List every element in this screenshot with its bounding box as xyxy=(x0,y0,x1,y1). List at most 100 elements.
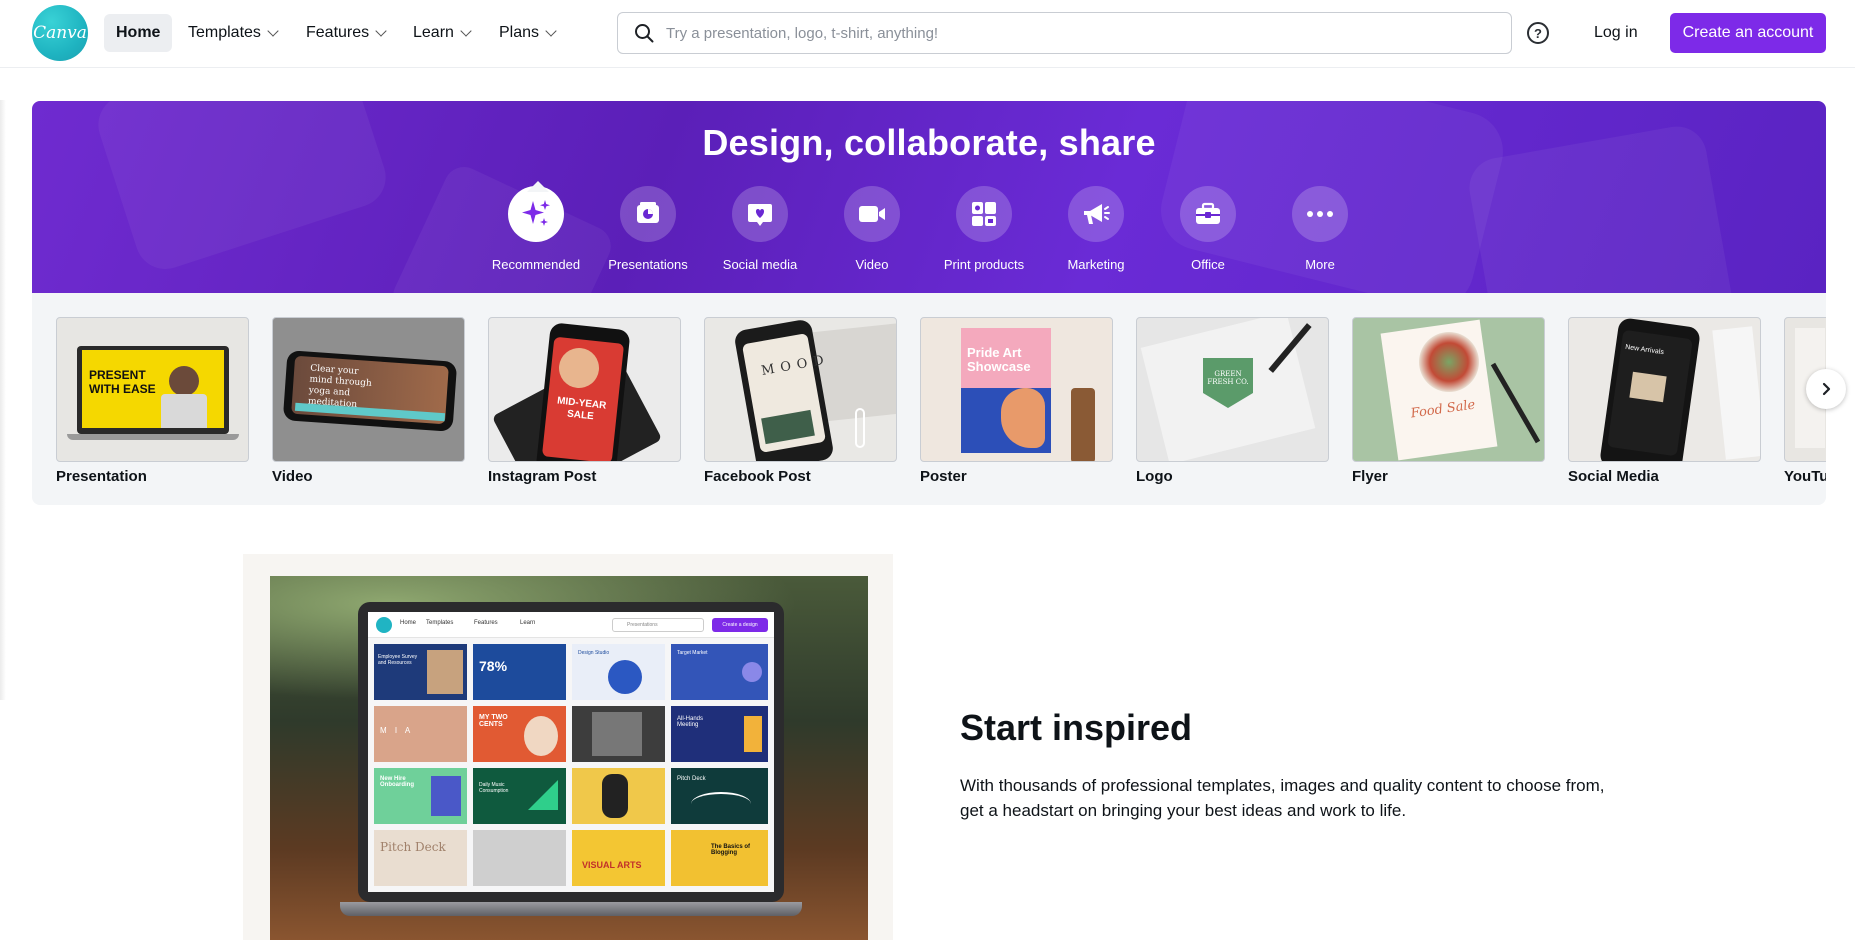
category-icon-wrap xyxy=(620,186,676,242)
help-icon[interactable]: ? xyxy=(1527,22,1549,44)
vase-shape xyxy=(1071,388,1095,461)
mini-tile-text: VISUAL ARTS xyxy=(582,860,642,870)
category-print-products[interactable]: Print products xyxy=(928,186,1040,272)
mini-create-button: Create a design xyxy=(712,618,768,632)
nav-learn[interactable]: Learn xyxy=(401,14,482,52)
template-thumbnail: MID-YEAR SALE xyxy=(488,317,681,462)
more-icon xyxy=(1307,211,1333,217)
template-label: Social Media xyxy=(1568,468,1659,485)
mini-tile-photo xyxy=(427,650,463,694)
mini-logo xyxy=(376,617,392,633)
earphones-shape xyxy=(855,408,865,448)
template-card-instagram-post[interactable]: MID-YEAR SALE Instagram Post xyxy=(488,317,681,485)
nav-features[interactable]: Features xyxy=(294,14,397,52)
hero-banner: Design, collaborate, share Recommended P… xyxy=(32,101,1826,293)
template-card-flyer[interactable]: Food Sale Flyer xyxy=(1352,317,1545,485)
category-more[interactable]: More xyxy=(1264,186,1376,272)
template-card-facebook-post[interactable]: MOOD Facebook Post xyxy=(704,317,897,485)
search-input[interactable] xyxy=(666,24,1466,42)
template-label: Logo xyxy=(1136,468,1173,485)
logo-text: Canva xyxy=(33,23,87,43)
category-icon-wrap xyxy=(1068,186,1124,242)
product-shape xyxy=(1629,371,1667,403)
login-button[interactable]: Log in xyxy=(1580,14,1652,52)
top-navigation: Canva Home Templates Features Learn Plan… xyxy=(0,0,1855,68)
nav-home-label: Home xyxy=(116,24,161,41)
mini-tile-text: Employee Survey and Resources xyxy=(378,654,418,666)
presentation-icon xyxy=(637,202,659,223)
mini-tile: MY TWO CENTS xyxy=(473,706,566,762)
food-plate xyxy=(1419,332,1479,392)
nav-templates[interactable]: Templates xyxy=(176,14,289,52)
mini-search: Presentations xyxy=(612,618,704,632)
category-video[interactable]: Video xyxy=(816,186,928,272)
mini-tile: Pitch Deck xyxy=(671,768,768,824)
category-icon-wrap xyxy=(732,186,788,242)
mini-tile-text: Target Market xyxy=(677,650,708,656)
mini-tile-photo xyxy=(592,712,642,756)
template-card-poster[interactable]: Pride Art Showcase Poster xyxy=(920,317,1113,485)
mini-tile: Employee Survey and Resources xyxy=(374,644,467,700)
category-presentations[interactable]: Presentations xyxy=(592,186,704,272)
template-card-logo[interactable]: GREEN FRESH CO. Logo xyxy=(1136,317,1329,485)
search-bar[interactable] xyxy=(617,12,1512,54)
category-office[interactable]: Office xyxy=(1152,186,1264,272)
canva-logo[interactable]: Canva xyxy=(32,5,88,61)
category-icon-wrap xyxy=(508,186,564,242)
template-card-social-media[interactable]: New Arrivals Social Media xyxy=(1568,317,1761,485)
nav-home[interactable]: Home xyxy=(104,14,173,52)
mini-tile-shape xyxy=(608,660,642,694)
chevron-right-icon xyxy=(1822,382,1831,396)
laptop-screen: Home Templates Features Learn Presentati… xyxy=(368,612,774,892)
category-label: Social media xyxy=(722,257,798,272)
mini-tile-text: MY TWO CENTS xyxy=(479,714,508,728)
category-marketing[interactable]: Marketing xyxy=(1040,186,1152,272)
thumb-text: PRESENT WITH EASE xyxy=(89,368,156,396)
mini-tile-text: Pitch Deck xyxy=(380,840,446,854)
category-label: Recommended xyxy=(491,257,581,272)
mini-tile-shape xyxy=(431,776,461,816)
mini-tile-figure xyxy=(602,774,628,818)
create-account-button[interactable]: Create an account xyxy=(1670,13,1826,53)
template-label: Facebook Post xyxy=(704,468,811,485)
template-label: YouTu xyxy=(1784,468,1826,485)
mini-tile-text: New Hire Onboarding xyxy=(380,776,414,788)
mini-tile: Target Market xyxy=(671,644,768,700)
template-card-presentation[interactable]: PRESENT WITH EASE Presentation xyxy=(56,317,249,485)
template-thumbnail: Clear your mind through yoga and meditat… xyxy=(272,317,465,462)
mini-tile: Daily Music Consumption xyxy=(473,768,566,824)
template-label: Presentation xyxy=(56,468,147,485)
template-thumbnail: Pride Art Showcase xyxy=(920,317,1113,462)
inspired-description: With thousands of professional templates… xyxy=(960,776,1605,820)
template-card-video[interactable]: Clear your mind through yoga and meditat… xyxy=(272,317,465,485)
mini-nav-home: Home xyxy=(400,620,417,626)
nav-plans[interactable]: Plans xyxy=(487,14,567,52)
mini-tile-text: 78% xyxy=(479,658,508,674)
category-icon-wrap xyxy=(956,186,1012,242)
mini-tile-shape xyxy=(528,780,558,810)
laptop-photo: Home Templates Features Learn Presentati… xyxy=(270,576,868,940)
nav-features-label: Features xyxy=(306,24,370,41)
mini-tile: All-Hands Meeting xyxy=(671,706,768,762)
template-thumbnail: MOOD xyxy=(704,317,897,462)
carousel-next-button[interactable] xyxy=(1806,369,1846,409)
briefcase-icon xyxy=(1196,202,1220,224)
category-label: Video xyxy=(855,257,889,272)
mini-tile: Design Studio xyxy=(572,644,665,700)
mini-tile-photo xyxy=(524,716,558,756)
side-shadow xyxy=(0,100,6,700)
selected-category-pointer xyxy=(527,181,549,192)
thumb-text: GREEN FRESH CO. xyxy=(1207,370,1249,386)
category-label: More xyxy=(1305,257,1335,272)
category-label: Office xyxy=(1191,257,1225,272)
chevron-down-icon xyxy=(545,25,557,37)
template-thumbnail: New Arrivals xyxy=(1568,317,1761,462)
mini-tile: New Hire Onboarding xyxy=(374,768,467,824)
mini-nav-features: Features xyxy=(474,620,498,626)
category-icon-wrap xyxy=(1292,186,1348,242)
chevron-down-icon xyxy=(375,25,387,37)
category-recommended[interactable]: Recommended xyxy=(480,186,592,272)
template-label: Video xyxy=(272,468,313,485)
category-social-media[interactable]: Social media xyxy=(704,186,816,272)
template-thumbnail: GREEN FRESH CO. xyxy=(1136,317,1329,462)
